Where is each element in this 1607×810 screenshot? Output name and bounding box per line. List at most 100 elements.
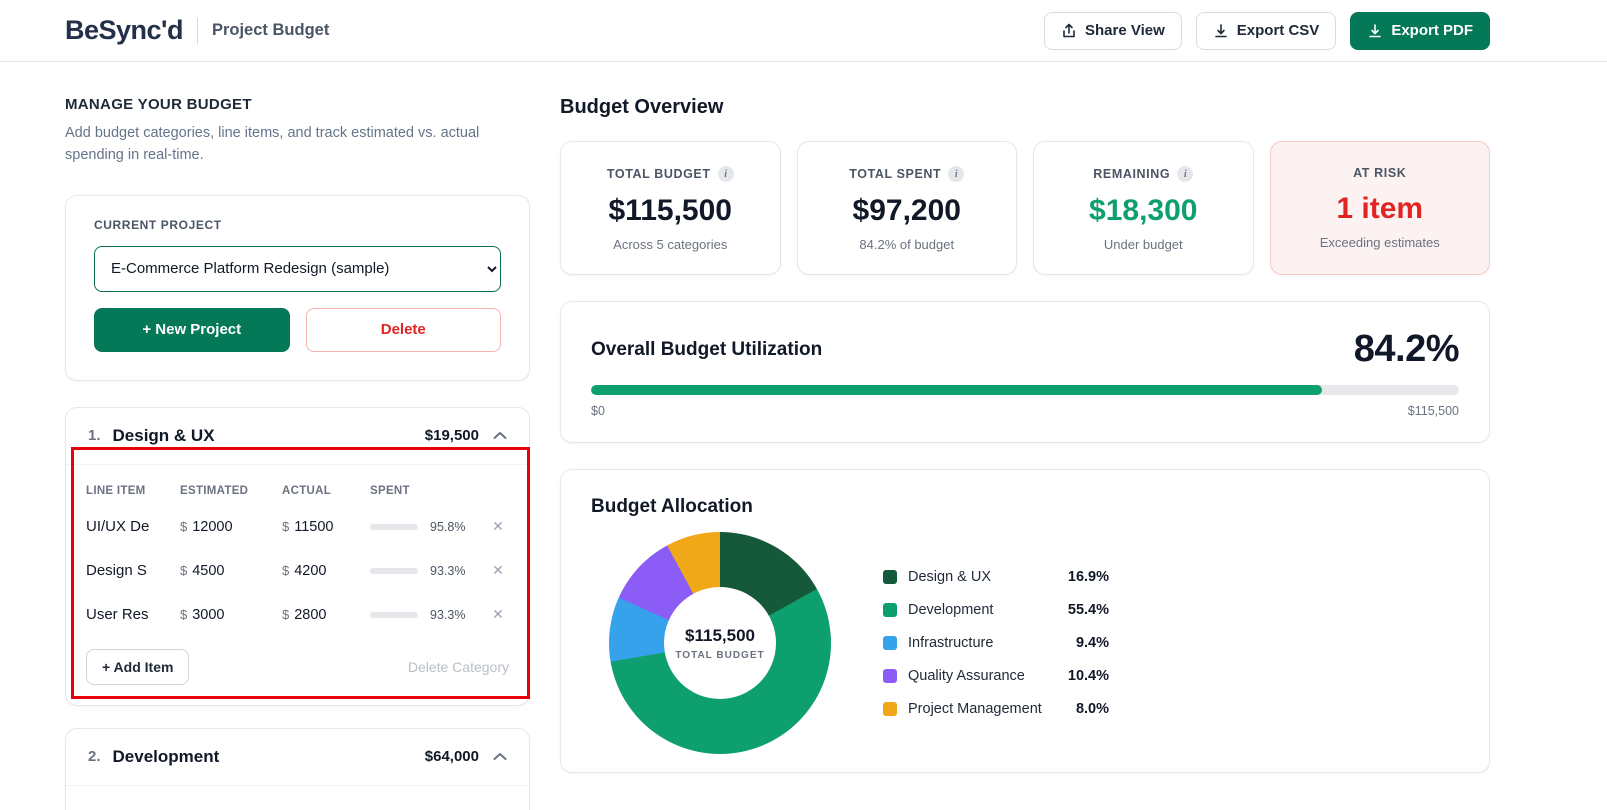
stat-value: $18,300 [1089,194,1198,227]
category-index: 1. [88,427,101,444]
info-icon[interactable]: i [1177,166,1194,182]
legend-label: Project Management [908,701,1042,717]
share-view-button[interactable]: Share View [1044,11,1182,50]
actual-input[interactable] [294,562,347,579]
legend-swatch [883,570,897,584]
info-icon[interactable]: i [717,166,734,182]
donut-center-label: TOTAL BUDGET [675,649,765,661]
brand: BeSync'd Project Budget [65,15,329,46]
stat-subtext: 84.2% of budget [859,237,955,252]
category-card-design-ux: 1. Design & UX $19,500 LINE ITEM ESTIMAT… [65,406,530,706]
stat-cards: TOTAL BUDGET i $115,500 Across 5 categor… [560,141,1490,275]
legend-swatch [883,636,897,650]
category-card-development: 2. Development $64,000 [65,727,530,810]
actual-input[interactable] [294,606,347,623]
budget-overview-panel: Budget Overview TOTAL BUDGET i $115,500 … [560,96,1490,810]
currency-symbol: $ [180,607,188,622]
remove-item-icon[interactable]: ✕ [488,562,508,579]
line-items-table: LINE ITEM ESTIMATED ACTUAL SPENT $ $ 95.… [66,463,529,705]
brand-divider [196,17,198,44]
category-name: Development [112,746,220,766]
stat-label: TOTAL BUDGET [606,167,711,181]
spent-progress-bar [370,611,418,618]
column-line-item: LINE ITEM [86,484,146,497]
legend-item: Infrastructure 9.4% [883,635,1109,651]
stat-card-at-risk: AT RISK 1 item Exceeding estimates [1269,141,1490,275]
share-view-label: Share View [1085,22,1165,39]
app-logo: BeSync'd [65,15,183,45]
stat-label: TOTAL SPENT [849,167,942,181]
remove-item-icon[interactable]: ✕ [488,518,508,535]
estimated-input[interactable] [192,562,245,579]
line-item-name-input[interactable] [86,606,166,623]
line-item-name-input[interactable] [86,518,166,535]
legend-label: Development [908,602,994,618]
download-icon [1367,23,1383,39]
column-estimated: ESTIMATED [180,484,249,497]
category-header[interactable]: 1. Design & UX $19,500 [66,408,529,464]
utilization-percent: 84.2% [1353,328,1460,370]
legend-label: Infrastructure [908,635,994,651]
download-icon [1213,23,1229,39]
top-bar: BeSync'd Project Budget Share View Expor… [0,0,1607,62]
line-items-header-row: LINE ITEM ESTIMATED ACTUAL SPENT [86,477,509,505]
chevron-up-icon[interactable] [493,431,507,440]
spent-progress-bar [370,523,418,530]
export-pdf-button[interactable]: Export PDF [1350,11,1490,50]
stat-value: $115,500 [608,194,732,227]
category-header[interactable]: 2. Development $64,000 [66,729,529,785]
export-csv-button[interactable]: Export CSV [1195,11,1337,50]
currency-symbol: $ [282,563,290,578]
currency-symbol: $ [282,607,290,622]
legend-percent: 16.9% [1067,569,1109,585]
donut-chart: $115,500 TOTAL BUDGET [609,532,831,754]
utilization-progress-bar [591,385,1459,395]
export-pdf-label: Export PDF [1391,22,1473,39]
info-icon[interactable]: i [948,166,965,182]
stat-subtext: Under budget [1103,237,1183,252]
sidebar-title: MANAGE YOUR BUDGET [65,96,252,113]
spent-progress-bar [370,567,418,574]
delete-project-button[interactable]: Delete [305,307,501,352]
chevron-up-icon[interactable] [493,752,507,761]
stat-label: REMAINING [1093,167,1171,181]
estimated-input[interactable] [192,606,245,623]
category-total: $19,500 [424,427,479,444]
stat-card-total-spent: TOTAL SPENT i $97,200 84.2% of budget [796,141,1017,275]
add-item-button[interactable]: + Add Item [86,648,190,685]
legend-swatch [883,702,897,716]
legend-swatch [883,669,897,683]
donut-center-value: $115,500 [685,625,755,645]
new-project-button[interactable]: + New Project [94,307,290,352]
line-item-name-input[interactable] [86,562,166,579]
header-actions: Share View Export CSV Export PDF [1044,11,1490,50]
legend-percent: 9.4% [1075,635,1109,651]
legend-percent: 55.4% [1067,602,1109,618]
legend-percent: 8.0% [1075,701,1109,717]
legend-label: Design & UX [908,569,992,585]
utilization-min: $0 [591,404,605,418]
line-item-row: $ $ 95.8% ✕ [86,505,509,549]
legend-item: Project Management 8.0% [883,701,1109,717]
share-icon [1061,23,1077,39]
current-project-label: CURRENT PROJECT [94,217,222,232]
legend-item: Design & UX 16.9% [883,569,1109,585]
line-item-row: $ $ 93.3% ✕ [86,549,509,593]
donut-center: $115,500 TOTAL BUDGET [664,587,776,699]
spent-percent: 95.8% [430,519,466,534]
utilization-title: Overall Budget Utilization [591,338,823,360]
column-actual: ACTUAL [282,484,332,497]
delete-category-button[interactable]: Delete Category [408,659,509,675]
legend-item: Quality Assurance 10.4% [883,668,1109,684]
spent-percent: 93.3% [430,607,466,622]
remove-item-icon[interactable]: ✕ [488,606,508,623]
project-select[interactable]: E-Commerce Platform Redesign (sample) [94,245,501,292]
actual-input[interactable] [294,518,347,535]
sidebar-description: Add budget categories, line items, and t… [65,125,480,163]
estimated-input[interactable] [192,518,245,535]
category-body-cutoff [66,784,529,810]
currency-symbol: $ [282,519,290,534]
stat-subtext: Exceeding estimates [1319,235,1440,250]
utilization-max: $115,500 [1407,404,1459,418]
currency-symbol: $ [180,563,188,578]
